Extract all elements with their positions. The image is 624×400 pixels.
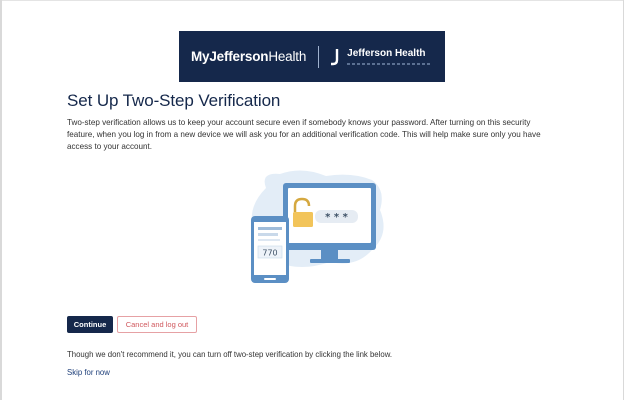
window-top-border — [0, 0, 624, 1]
brand-banner: MyJeffersonHealth Jefferson Health — [179, 31, 445, 82]
logo-divider — [318, 45, 320, 68]
cancel-and-logout-button[interactable]: Cancel and log out — [117, 316, 197, 333]
page-title: Set Up Two-Step Verification — [67, 91, 281, 110]
myjeffersonhealth-logo: MyJeffersonHealth — [191, 49, 306, 64]
password-mask: * * * — [325, 212, 348, 223]
window-left-border — [0, 0, 2, 400]
jefferson-health-logo: Jefferson Health — [347, 48, 432, 65]
logo-text-light: Health — [268, 49, 307, 64]
logo-tagline-decoration — [347, 63, 432, 65]
continue-button[interactable]: Continue — [67, 316, 113, 333]
verification-code: 770 — [262, 249, 277, 258]
logo-text-bold: MyJefferson — [191, 49, 269, 64]
org-name: Jefferson Health — [347, 48, 426, 59]
two-step-illustration: * * * 770 — [251, 170, 384, 283]
skip-for-now-link[interactable]: Skip for now — [67, 368, 110, 377]
jefferson-j-icon — [331, 48, 339, 65]
page-description: Two-step verification allows us to keep … — [67, 118, 541, 151]
phone-icon: 770 — [251, 216, 289, 283]
skip-note: Though we don't recommend it, you can tu… — [67, 350, 393, 359]
